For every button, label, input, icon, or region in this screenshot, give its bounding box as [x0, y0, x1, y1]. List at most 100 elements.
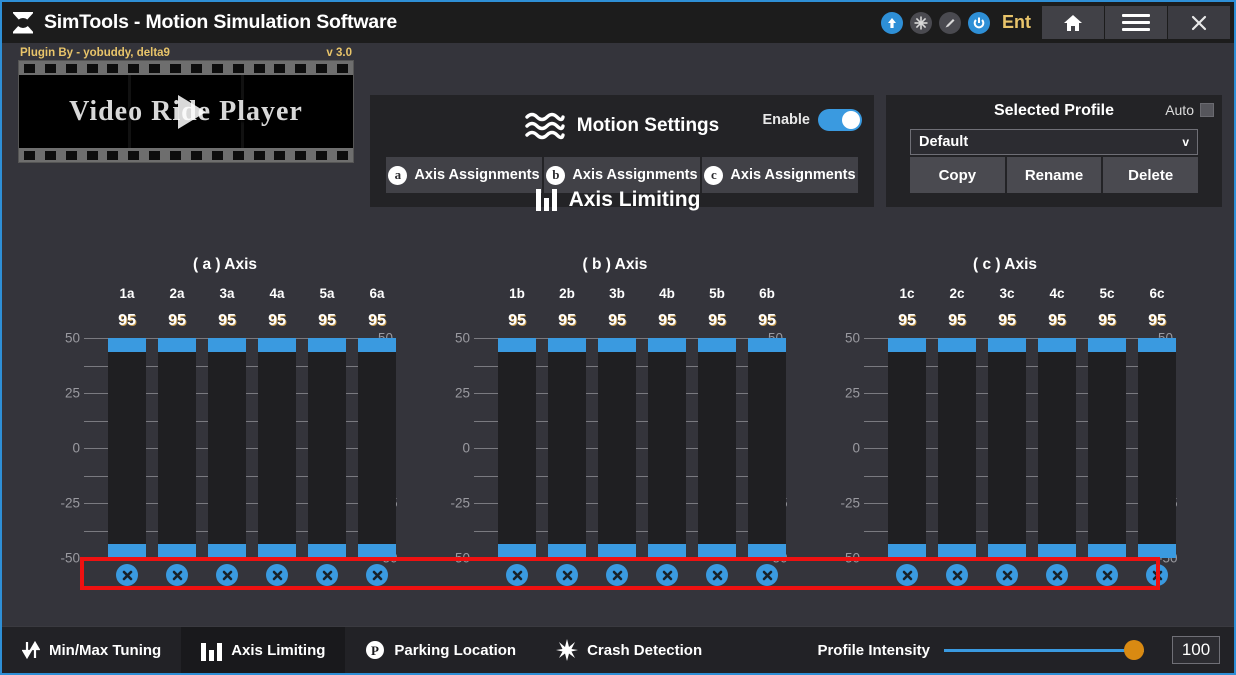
limit-slider-3a[interactable]	[208, 338, 246, 558]
lower-limit-handle-6a[interactable]	[358, 544, 396, 558]
tab-crash-detection[interactable]: Crash Detection	[536, 627, 722, 673]
reset-6c-button[interactable]	[1146, 564, 1168, 586]
auto-checkbox[interactable]	[1200, 103, 1214, 117]
reset-5c-button[interactable]	[1096, 564, 1118, 586]
reset-1b-button[interactable]	[506, 564, 528, 586]
limit-slider-6c[interactable]	[1138, 338, 1176, 558]
upper-limit-handle-1b[interactable]	[498, 338, 536, 352]
col-value-2b[interactable]: 95	[542, 312, 592, 330]
upper-limit-handle-6c[interactable]	[1138, 338, 1176, 352]
upper-limit-handle-2c[interactable]	[938, 338, 976, 352]
profile-intensity-slider[interactable]	[944, 640, 1158, 660]
power-plug-icon[interactable]	[968, 12, 990, 34]
col-value-1b[interactable]: 95	[492, 312, 542, 330]
col-value-5a[interactable]: 95	[302, 312, 352, 330]
reset-4c-button[interactable]	[1046, 564, 1068, 586]
limit-slider-2a[interactable]	[158, 338, 196, 558]
reset-1a-button[interactable]	[116, 564, 138, 586]
col-value-2a[interactable]: 95	[152, 312, 202, 330]
reset-4b-button[interactable]	[656, 564, 678, 586]
col-value-4a[interactable]: 95	[252, 312, 302, 330]
col-value-3b[interactable]: 95	[592, 312, 642, 330]
upper-limit-handle-5c[interactable]	[1088, 338, 1126, 352]
lower-limit-handle-2a[interactable]	[158, 544, 196, 558]
lower-limit-handle-6c[interactable]	[1138, 544, 1176, 558]
lower-limit-handle-3a[interactable]	[208, 544, 246, 558]
upper-limit-handle-2b[interactable]	[548, 338, 586, 352]
col-value-1c[interactable]: 95	[882, 312, 932, 330]
col-value-3c[interactable]: 95	[982, 312, 1032, 330]
col-value-3a[interactable]: 95	[202, 312, 252, 330]
lower-limit-handle-1b[interactable]	[498, 544, 536, 558]
upper-limit-handle-2a[interactable]	[158, 338, 196, 352]
limit-slider-4a[interactable]	[258, 338, 296, 558]
col-value-1a[interactable]: 95	[102, 312, 152, 330]
reset-3a-button[interactable]	[216, 564, 238, 586]
reset-2c-button[interactable]	[946, 564, 968, 586]
enable-toggle[interactable]	[818, 109, 862, 131]
col-value-6a[interactable]: 95	[352, 312, 402, 330]
upper-limit-handle-4b[interactable]	[648, 338, 686, 352]
pencil-icon[interactable]	[939, 12, 961, 34]
reset-6a-button[interactable]	[366, 564, 388, 586]
reset-2b-button[interactable]	[556, 564, 578, 586]
col-value-6c[interactable]: 95	[1132, 312, 1182, 330]
upper-limit-handle-1c[interactable]	[888, 338, 926, 352]
tab-parking-location[interactable]: P Parking Location	[345, 627, 536, 673]
limit-slider-3c[interactable]	[988, 338, 1026, 558]
lower-limit-handle-3c[interactable]	[988, 544, 1026, 558]
reset-5a-button[interactable]	[316, 564, 338, 586]
lower-limit-handle-1c[interactable]	[888, 544, 926, 558]
reset-3c-button[interactable]	[996, 564, 1018, 586]
slider-thumb[interactable]	[1124, 640, 1144, 660]
col-value-4c[interactable]: 95	[1032, 312, 1082, 330]
upper-limit-handle-5a[interactable]	[308, 338, 346, 352]
limit-slider-4b[interactable]	[648, 338, 686, 558]
reset-1c-button[interactable]	[896, 564, 918, 586]
reset-5b-button[interactable]	[706, 564, 728, 586]
limit-slider-6b[interactable]	[748, 338, 786, 558]
tab-min-max-tuning[interactable]: Min/Max Tuning	[2, 627, 181, 673]
upper-limit-handle-4c[interactable]	[1038, 338, 1076, 352]
lower-limit-handle-2c[interactable]	[938, 544, 976, 558]
limit-slider-1b[interactable]	[498, 338, 536, 558]
lower-limit-handle-5c[interactable]	[1088, 544, 1126, 558]
reset-6b-button[interactable]	[756, 564, 778, 586]
limit-slider-3b[interactable]	[598, 338, 636, 558]
lower-limit-handle-4a[interactable]	[258, 544, 296, 558]
limit-slider-6a[interactable]	[358, 338, 396, 558]
upper-limit-handle-1a[interactable]	[108, 338, 146, 352]
limit-slider-2c[interactable]	[938, 338, 976, 558]
col-value-5b[interactable]: 95	[692, 312, 742, 330]
lower-limit-handle-4b[interactable]	[648, 544, 686, 558]
limit-slider-1a[interactable]	[108, 338, 146, 558]
upper-limit-handle-6b[interactable]	[748, 338, 786, 352]
upper-limit-handle-6a[interactable]	[358, 338, 396, 352]
col-value-5c[interactable]: 95	[1082, 312, 1132, 330]
lower-limit-handle-5a[interactable]	[308, 544, 346, 558]
asterisk-icon[interactable]	[910, 12, 932, 34]
limit-slider-5a[interactable]	[308, 338, 346, 558]
reset-3b-button[interactable]	[606, 564, 628, 586]
lower-limit-handle-4c[interactable]	[1038, 544, 1076, 558]
home-button[interactable]	[1042, 6, 1104, 39]
lower-limit-handle-1a[interactable]	[108, 544, 146, 558]
reset-4a-button[interactable]	[266, 564, 288, 586]
col-value-6b[interactable]: 95	[742, 312, 792, 330]
limit-slider-4c[interactable]	[1038, 338, 1076, 558]
upper-limit-handle-3c[interactable]	[988, 338, 1026, 352]
limit-slider-2b[interactable]	[548, 338, 586, 558]
lower-limit-handle-3b[interactable]	[598, 544, 636, 558]
upper-limit-handle-5b[interactable]	[698, 338, 736, 352]
lower-limit-handle-2b[interactable]	[548, 544, 586, 558]
col-value-2c[interactable]: 95	[932, 312, 982, 330]
upper-limit-handle-3a[interactable]	[208, 338, 246, 352]
arrow-up-icon[interactable]	[881, 12, 903, 34]
profile-intensity-value[interactable]: 100	[1172, 636, 1220, 664]
profile-dropdown[interactable]: Default v	[910, 129, 1198, 155]
upper-limit-handle-3b[interactable]	[598, 338, 636, 352]
lower-limit-handle-6b[interactable]	[748, 544, 786, 558]
close-button[interactable]	[1168, 6, 1230, 39]
col-value-4b[interactable]: 95	[642, 312, 692, 330]
limit-slider-5c[interactable]	[1088, 338, 1126, 558]
